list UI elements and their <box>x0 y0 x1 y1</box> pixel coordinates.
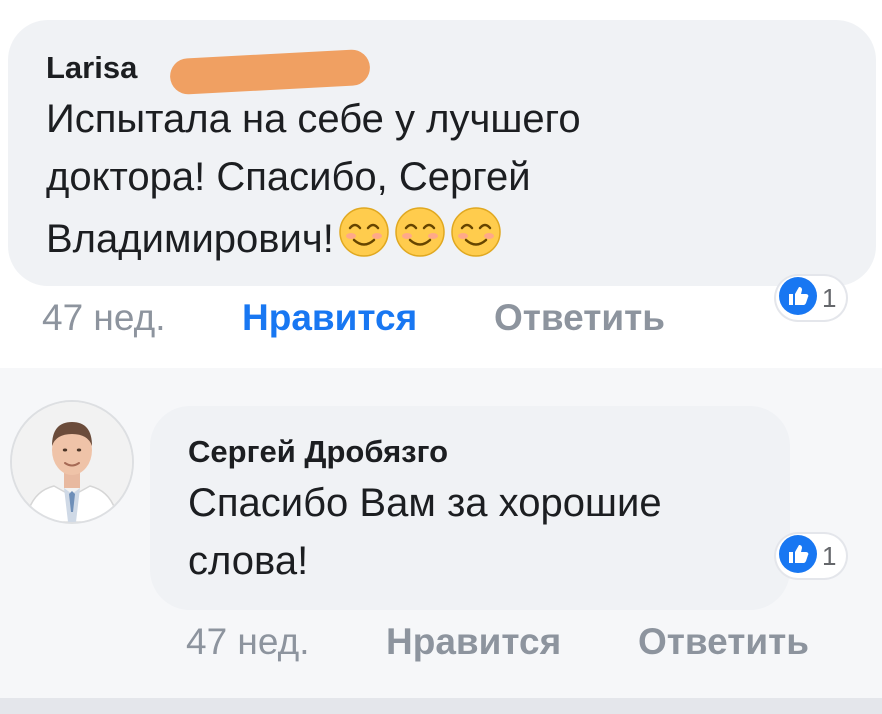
comment-time[interactable]: 47 нед. <box>42 297 166 338</box>
reply-author[interactable]: Сергей Дробязго <box>188 432 448 472</box>
reply-actions: 47 нед. <box>186 620 310 664</box>
thumbs-up-icon <box>778 534 818 579</box>
smiling-face-icon <box>450 206 502 274</box>
reply-line: Спасибо Вам за хорошие <box>188 481 662 525</box>
reply-text: Спасибо Вам за хорошие слова! <box>188 474 790 590</box>
comment-line-text: Владимирович! <box>46 217 334 261</box>
comment-line: Испытала на себе у лучшего <box>46 97 581 141</box>
comment-line: доктора! Спасибо, Сергей <box>46 155 531 199</box>
comment-actions: 47 нед. <box>42 296 166 340</box>
like-action-wrap: Нравится <box>242 296 417 340</box>
like-action-wrap: Нравится <box>386 620 561 664</box>
reply-line: слова! <box>188 539 309 583</box>
comment-bubble: Larisa Испытала на себе у лучшего доктор… <box>8 20 876 286</box>
reply-time[interactable]: 47 нед. <box>186 621 310 662</box>
reply-action-wrap: Ответить <box>638 620 809 664</box>
author-name[interactable]: Larisa <box>46 50 137 85</box>
reply-button[interactable]: Ответить <box>494 297 665 338</box>
doctor-avatar-icon[interactable] <box>12 402 132 522</box>
reaction-count: 1 <box>822 540 837 571</box>
comment-author[interactable]: Larisa <box>46 48 371 96</box>
thumbs-up-icon <box>778 276 818 321</box>
reply-button[interactable]: Ответить <box>638 621 809 662</box>
like-button[interactable]: Нравится <box>386 621 561 662</box>
reaction-badge[interactable]: 1 <box>776 534 847 579</box>
reply-bubble: Сергей Дробязго Спасибо Вам за хорошие с… <box>150 406 790 610</box>
reaction-badge[interactable]: 1 <box>776 276 847 321</box>
bottom-divider <box>0 698 882 714</box>
comment-text: Испытала на себе у лучшего доктора! Спас… <box>46 90 876 274</box>
reply-action-wrap: Ответить <box>494 296 665 340</box>
comment-line: Владимирович! <box>46 206 876 274</box>
smiling-face-icon <box>338 206 390 274</box>
like-button[interactable]: Нравится <box>242 297 417 338</box>
smiling-face-icon <box>394 206 446 274</box>
redaction-mark <box>169 48 371 96</box>
reaction-count: 1 <box>822 282 837 313</box>
